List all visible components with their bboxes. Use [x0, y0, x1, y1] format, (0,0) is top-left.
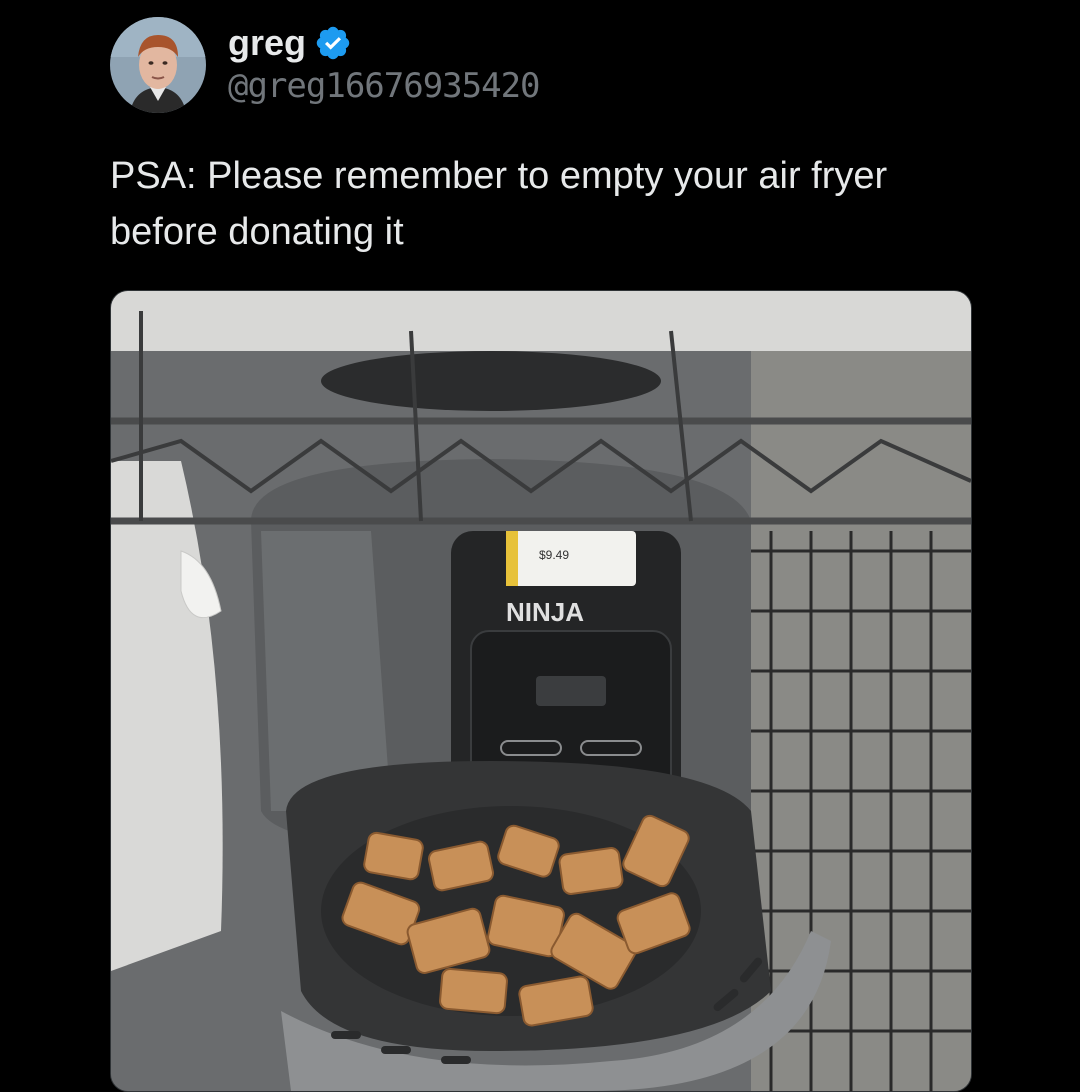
tweet-text: PSA: Please remember to empty your air f…: [110, 155, 888, 253]
tweet-photo[interactable]: NINJA $9.49: [110, 290, 972, 1092]
brand-logo: NINJA: [506, 597, 584, 627]
verified-badge-icon: [314, 24, 352, 62]
price-tag: $9.49: [539, 548, 569, 562]
handle[interactable]: @greg16676935420: [228, 64, 541, 108]
author-block: greg @greg16676935420: [228, 22, 541, 108]
avatar[interactable]: [110, 17, 206, 113]
display-name[interactable]: greg: [228, 22, 306, 63]
tweet-header: greg @greg16676935420: [110, 15, 541, 115]
